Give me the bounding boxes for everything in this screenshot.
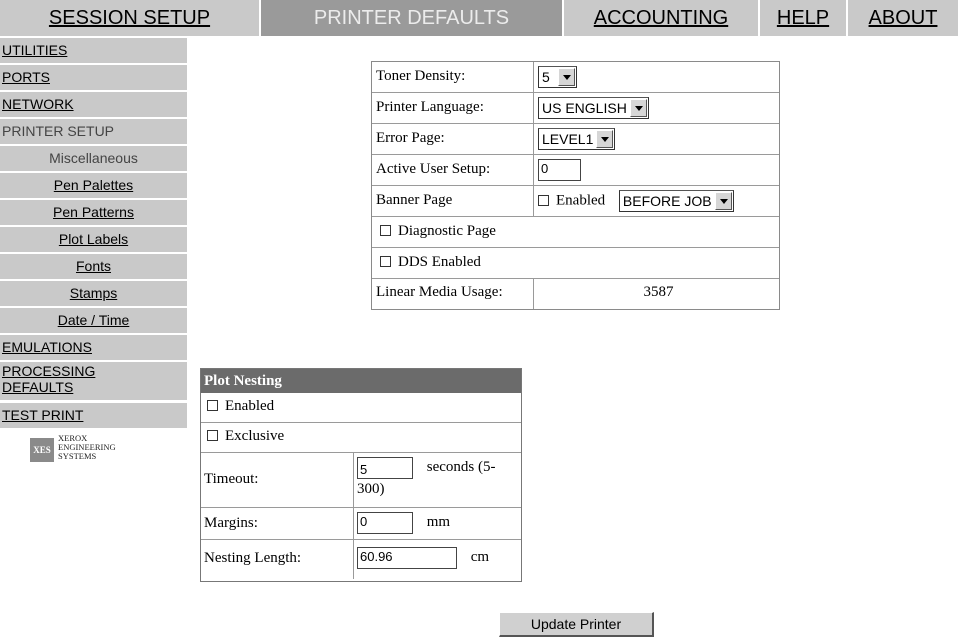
sidebar-item-stamps[interactable]: Stamps — [0, 281, 187, 306]
dds-enabled-row: DDS Enabled — [372, 248, 779, 279]
tab-help[interactable]: HELP — [760, 0, 846, 36]
logo-text-line3: SYSTEMS — [58, 451, 97, 461]
sidebar-item-pen-palettes[interactable]: Pen Palettes — [0, 173, 187, 198]
banner-page-row: Banner Page Enabled BEFORE JOB — [372, 186, 779, 217]
nesting-length-row: Nesting Length: 60.96 cm — [201, 540, 521, 579]
nesting-enabled-label: Enabled — [225, 398, 275, 414]
error-page-select[interactable]: LEVEL1 — [538, 128, 616, 150]
xes-logo-icon: XES — [30, 438, 54, 462]
error-page-label: Error Page: — [372, 124, 534, 154]
nesting-margins-input[interactable]: 0 — [357, 512, 413, 534]
chevron-down-icon — [596, 130, 614, 148]
tab-about[interactable]: ABOUT — [848, 0, 958, 36]
sidebar-item-ports[interactable]: PORTS — [0, 65, 187, 90]
nesting-timeout-unit-line1: seconds (5- — [426, 459, 496, 476]
sidebar-item-emulations[interactable]: EMULATIONS — [0, 335, 187, 360]
nesting-timeout-unit-line2: 300) — [357, 481, 385, 497]
logo-text: XEROX ENGINEERING SYSTEMS — [58, 434, 116, 461]
tab-session-setup[interactable]: SESSION SETUP — [0, 0, 259, 36]
nesting-timeout-row: Timeout: 5 seconds (5- 300) — [201, 453, 521, 508]
plot-nesting-panel: Plot Nesting Enabled Exclusive Timeout: … — [200, 368, 522, 582]
nesting-exclusive-row: Exclusive — [201, 423, 521, 453]
xerox-logo: XES XEROX ENGINEERING SYSTEMS — [30, 432, 170, 462]
printer-defaults-table: Toner Density: 5 Printer Language: US EN… — [371, 61, 780, 310]
update-printer-button[interactable]: Update Printer — [499, 612, 654, 637]
sidebar-item-printer-setup: PRINTER SETUP — [0, 119, 187, 144]
banner-position-select[interactable]: BEFORE JOB — [618, 190, 734, 212]
printer-language-label: Printer Language: — [372, 93, 534, 123]
nesting-exclusive-checkbox[interactable] — [207, 430, 218, 442]
sidebar-item-processing-defaults[interactable]: PROCESSING DEFAULTS — [0, 362, 187, 400]
linear-media-usage-row: Linear Media Usage: 3587 — [372, 279, 779, 309]
banner-page-label: Banner Page — [372, 186, 534, 216]
nesting-exclusive-label: Exclusive — [225, 428, 285, 444]
nesting-length-input[interactable]: 60.96 — [357, 547, 457, 569]
active-user-setup-row: Active User Setup: 0 — [372, 155, 779, 186]
tab-printer-defaults[interactable]: PRINTER DEFAULTS — [261, 0, 562, 36]
error-page-row: Error Page: LEVEL1 — [372, 124, 779, 155]
active-user-setup-input[interactable]: 0 — [538, 159, 581, 181]
dds-enabled-checkbox[interactable] — [380, 256, 391, 268]
nesting-margins-label: Margins: — [201, 508, 354, 539]
sidebar-item-fonts[interactable]: Fonts — [0, 254, 187, 279]
sidebar-item-date-time[interactable]: Date / Time — [0, 308, 187, 333]
toner-density-row: Toner Density: 5 — [372, 62, 779, 93]
diagnostic-page-label: Diagnostic Page — [398, 223, 496, 239]
nesting-timeout-input[interactable]: 5 — [357, 457, 413, 479]
diagnostic-page-checkbox[interactable] — [380, 225, 391, 237]
nesting-enabled-row: Enabled — [201, 393, 521, 423]
toner-density-value: 5 — [542, 69, 550, 85]
toner-density-select[interactable]: 5 — [538, 66, 577, 88]
nesting-margins-unit: mm — [426, 514, 451, 531]
sidebar-item-network[interactable]: NETWORK — [0, 92, 187, 117]
nesting-timeout-label: Timeout: — [201, 453, 354, 507]
linear-media-usage-value: 3587 — [643, 284, 674, 300]
banner-enabled-label: Enabled — [556, 192, 606, 209]
nesting-length-label: Nesting Length: — [201, 540, 354, 579]
nesting-length-unit: cm — [470, 549, 490, 566]
banner-enabled-checkbox[interactable] — [538, 194, 549, 206]
top-navigation: SESSION SETUP PRINTER DEFAULTS ACCOUNTIN… — [0, 0, 958, 36]
chevron-down-icon — [629, 99, 647, 117]
tab-accounting[interactable]: ACCOUNTING — [564, 0, 758, 36]
printer-language-row: Printer Language: US ENGLISH — [372, 93, 779, 124]
toner-density-label: Toner Density: — [372, 62, 534, 92]
plot-nesting-title: Plot Nesting — [201, 369, 521, 393]
sidebar-item-utilities[interactable]: UTILITIES — [0, 38, 187, 63]
sidebar-item-plot-labels[interactable]: Plot Labels — [0, 227, 187, 252]
active-user-setup-label: Active User Setup: — [372, 155, 534, 185]
sidebar-item-processing-line1: PROCESSING — [2, 363, 96, 379]
sidebar-item-test-print[interactable]: TEST PRINT — [0, 403, 187, 428]
printer-language-value: US ENGLISH — [542, 100, 627, 116]
nesting-enabled-checkbox[interactable] — [207, 400, 218, 412]
printer-language-select[interactable]: US ENGLISH — [538, 97, 649, 119]
sidebar-item-processing-line2: DEFAULTS — [2, 379, 74, 395]
sidebar-item-pen-patterns[interactable]: Pen Patterns — [0, 200, 187, 225]
nesting-margins-row: Margins: 0 mm — [201, 508, 521, 540]
sidebar-item-miscellaneous: Miscellaneous — [0, 146, 187, 171]
dds-enabled-label: DDS Enabled — [398, 254, 481, 270]
linear-media-usage-label: Linear Media Usage: — [372, 279, 534, 309]
chevron-down-icon — [557, 68, 575, 86]
diagnostic-page-row: Diagnostic Page — [372, 217, 779, 248]
banner-position-value: BEFORE JOB — [622, 193, 712, 209]
chevron-down-icon — [714, 192, 732, 210]
error-page-value: LEVEL1 — [542, 131, 594, 147]
